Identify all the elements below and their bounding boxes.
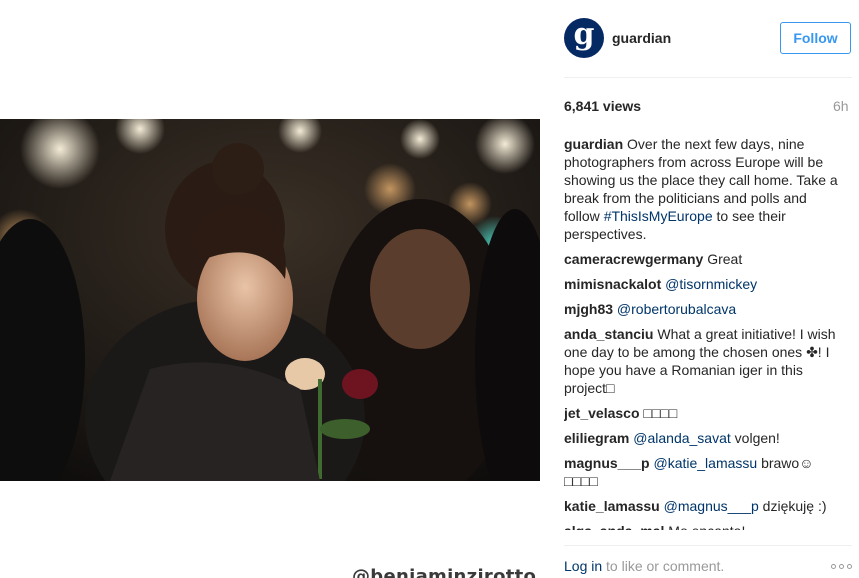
comment-text: Mo encanta! bbox=[664, 523, 745, 530]
comment-text: volgen! bbox=[730, 430, 780, 446]
caption-username[interactable]: guardian bbox=[564, 136, 623, 152]
comment-item: magnus___p @katie_lamassu brawo☺ □□□□ bbox=[564, 454, 842, 490]
photo-watermark: @benjaminzirotto bbox=[352, 566, 537, 578]
post-timestamp[interactable]: 6h bbox=[833, 98, 849, 114]
avatar[interactable]: g bbox=[564, 18, 604, 58]
comment-mention[interactable]: @katie_lamassu bbox=[653, 455, 757, 471]
comment-items: cameracrewgermany Great mimisnackalot @ti… bbox=[564, 250, 842, 530]
comment-text: dziękuję :) bbox=[758, 498, 827, 514]
caption: guardian Over the next few days, nine ph… bbox=[564, 135, 842, 243]
comment-mention[interactable]: @magnus___p bbox=[664, 498, 759, 514]
comment-username[interactable]: alga_anda_mal bbox=[564, 523, 664, 530]
comment-username[interactable]: mjgh83 bbox=[564, 301, 613, 317]
more-dot bbox=[831, 564, 836, 569]
comment-item: katie_lamassu @magnus___p dziękuję :) bbox=[564, 497, 842, 515]
comment-item: eliliegram @alanda_savat volgen! bbox=[564, 429, 842, 447]
more-dot bbox=[847, 564, 852, 569]
login-link[interactable]: Log in bbox=[564, 558, 602, 574]
comment-username[interactable]: magnus___p bbox=[564, 455, 650, 471]
view-count: 6,841 views bbox=[564, 98, 642, 114]
comment-item: jet_velasco □□□□ bbox=[564, 404, 842, 422]
post-header: g guardian Follow bbox=[564, 0, 852, 78]
comment-username[interactable]: eliliegram bbox=[564, 430, 629, 446]
post-footer: Log in to like or comment. bbox=[564, 545, 852, 578]
post-details-panel: g guardian Follow 6,841 views 6h guardia… bbox=[541, 0, 859, 578]
post-photo[interactable] bbox=[0, 119, 540, 481]
more-dot bbox=[839, 564, 844, 569]
caption-hashtag[interactable]: #ThisIsMyEurope bbox=[604, 208, 713, 224]
comment-username[interactable]: anda_stanciu bbox=[564, 326, 653, 342]
comment-text: □□□□ bbox=[639, 405, 678, 421]
comment-item: cameracrewgermany Great bbox=[564, 250, 842, 268]
login-prompt: Log in to like or comment. bbox=[564, 558, 724, 574]
post-media-panel: @benjaminzirotto bbox=[0, 0, 540, 578]
post-author-username[interactable]: guardian bbox=[612, 30, 671, 46]
comment-mention[interactable]: @robertorubalcava bbox=[617, 301, 736, 317]
login-prompt-text: to like or comment. bbox=[602, 558, 725, 574]
guardian-logo-icon: g bbox=[573, 18, 595, 52]
comment-username[interactable]: mimisnackalot bbox=[564, 276, 661, 292]
comment-item: mjgh83 @robertorubalcava bbox=[564, 300, 842, 318]
comment-mention[interactable]: @alanda_savat bbox=[633, 430, 731, 446]
photo-image bbox=[0, 119, 540, 481]
comment-item: mimisnackalot @tisornmickey bbox=[564, 275, 842, 293]
comment-item: anda_stanciu What a great initiative! I … bbox=[564, 325, 842, 397]
comments-list[interactable]: guardian Over the next few days, nine ph… bbox=[564, 135, 842, 530]
comment-username[interactable]: cameracrewgermany bbox=[564, 251, 703, 267]
more-options-icon[interactable] bbox=[831, 564, 852, 569]
comment-text: Great bbox=[703, 251, 743, 267]
follow-button[interactable]: Follow bbox=[780, 22, 851, 54]
comment-username[interactable]: jet_velasco bbox=[564, 405, 640, 421]
comment-item: alga_anda_mal Mo encanta! bbox=[564, 522, 842, 530]
comment-username[interactable]: katie_lamassu bbox=[564, 498, 660, 514]
comment-mention[interactable]: @tisornmickey bbox=[665, 276, 757, 292]
